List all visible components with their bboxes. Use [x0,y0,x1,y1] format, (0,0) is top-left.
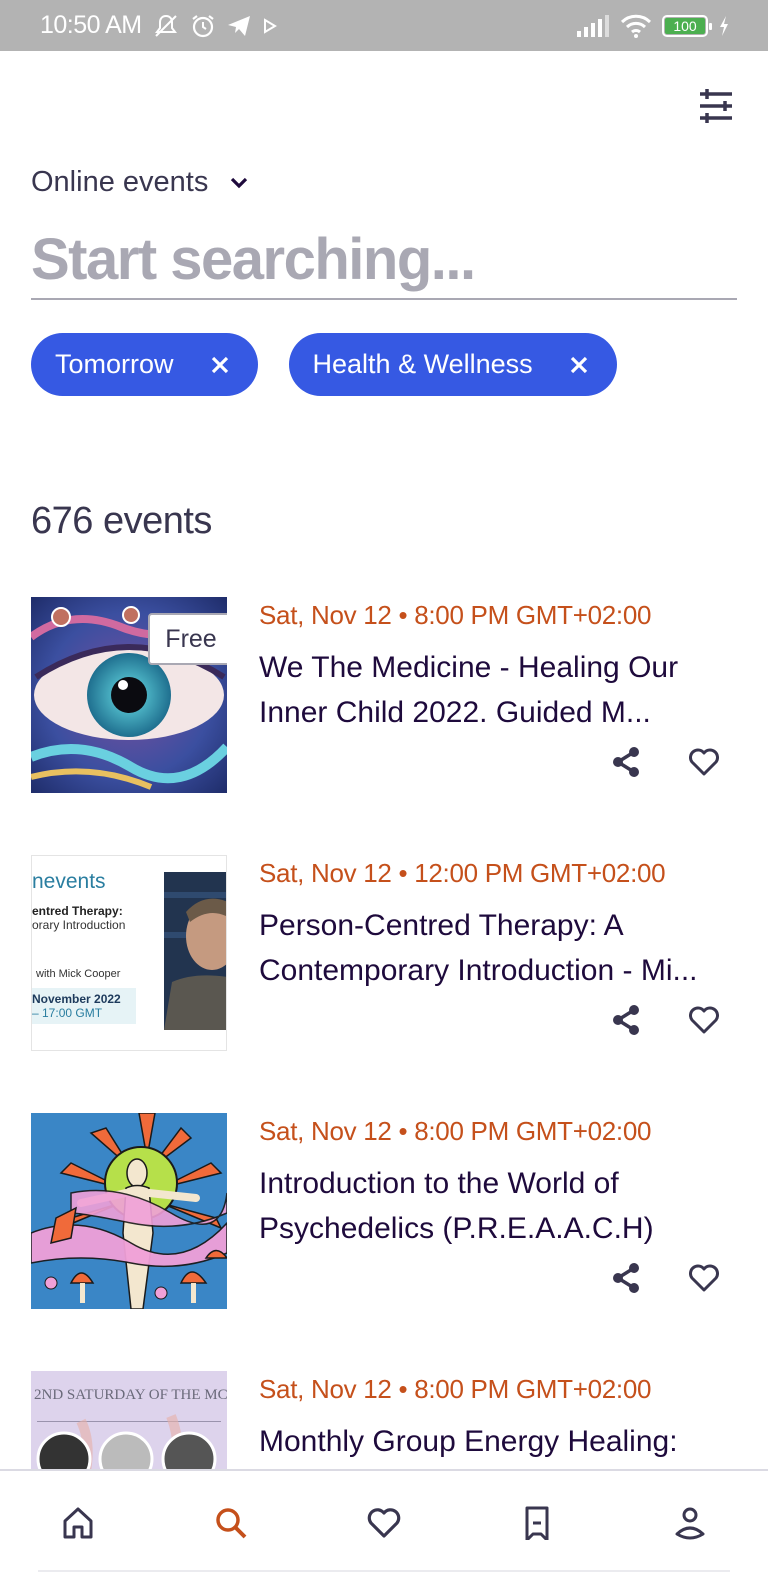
event-card[interactable]: Free Sat, Nov 12 • 8:00 PM GMT+02:00 We … [31,597,737,797]
banner-text: with Mick Cooper [36,968,121,980]
nav-search[interactable] [211,1503,251,1543]
like-button[interactable] [687,1003,721,1037]
speaker-photo [164,872,226,1030]
sliders-icon [700,89,732,123]
event-date: Sat, Nov 12 • 12:00 PM GMT+02:00 [259,858,666,888]
event-title[interactable]: Introduction to the World of Psychedelic… [259,1161,739,1251]
active-filters: Tomorrow Health & Wellness [31,333,617,396]
event-image-eye[interactable]: Free [31,597,227,793]
alarm-icon [190,13,216,39]
banner-brand: nevents [32,870,106,893]
like-button[interactable] [687,745,721,779]
heart-icon [689,1006,719,1034]
status-time: 10:50 AM [40,11,142,39]
heart-icon [367,1508,401,1538]
nav-home[interactable] [58,1503,98,1543]
search-icon [216,1508,247,1539]
event-date: Sat, Nov 12 • 8:00 PM GMT+02:00 [259,600,652,630]
event-card[interactable]: Sat, Nov 12 • 8:00 PM GMT+02:00 Introduc… [31,1113,737,1313]
filter-chip-tomorrow[interactable]: Tomorrow [31,333,258,396]
banner-text: November 2022 [32,992,121,1006]
banner-text: 2ND SATURDAY OF THE MC [34,1387,227,1403]
close-icon[interactable] [569,355,589,375]
event-title[interactable]: We The Medicine - Healing Our Inner Chil… [259,645,739,735]
event-card[interactable]: nevents entred Therapy: orary Introducti… [31,855,737,1055]
event-image-therapy[interactable]: nevents entred Therapy: orary Introducti… [31,855,227,1051]
share-button[interactable] [609,745,643,779]
location-label: Online events [31,166,209,198]
status-bar: 10:50 AM 100 [0,0,768,51]
heart-icon [689,748,719,776]
share-button[interactable] [609,1003,643,1037]
filter-chip-health-wellness[interactable]: Health & Wellness [288,333,617,396]
speaker-avatars [36,1414,217,1471]
ticket-icon [525,1506,549,1540]
gesture-divider [38,1570,730,1572]
profile-icon [675,1507,705,1540]
nav-profile[interactable] [670,1503,710,1543]
nav-likes[interactable] [364,1503,404,1543]
signal-icon [576,14,610,38]
banner-text: – 17:00 GMT [32,1006,103,1020]
share-icon [613,1005,639,1035]
share-button[interactable] [609,1261,643,1295]
share-icon [613,1263,639,1293]
filter-button[interactable] [696,86,736,126]
play-icon [262,17,278,35]
share-icon [613,747,639,777]
event-title[interactable]: Person-Centred Therapy: A Contemporary I… [259,903,739,993]
chip-label: Tomorrow [55,349,174,379]
charging-icon [718,15,730,37]
nav-tickets[interactable] [517,1503,557,1543]
like-button[interactable] [687,1261,721,1295]
heart-icon [689,1264,719,1292]
battery-level: 100 [665,17,705,34]
banner-text: entred Therapy: [32,904,123,918]
event-date: Sat, Nov 12 • 8:00 PM GMT+02:00 [259,1116,652,1146]
event-image-psychedelic[interactable] [31,1113,227,1309]
search-field [31,222,737,300]
price-badge: Free [148,613,227,665]
location-dropdown[interactable]: Online events [31,166,248,199]
mute-icon [152,13,180,39]
chevron-down-icon [231,177,248,188]
banner-text: orary Introduction [32,918,126,932]
wifi-icon [620,13,652,39]
battery-icon: 100 [662,14,712,37]
chip-label: Health & Wellness [312,349,533,379]
results-count: 676 events [31,500,212,542]
search-input[interactable] [31,222,737,296]
telegram-icon [226,14,252,38]
home-icon [63,1507,93,1539]
close-icon[interactable] [210,355,230,375]
event-title[interactable]: Monthly Group Energy Healing: [259,1419,739,1464]
event-date: Sat, Nov 12 • 8:00 PM GMT+02:00 [259,1374,652,1404]
